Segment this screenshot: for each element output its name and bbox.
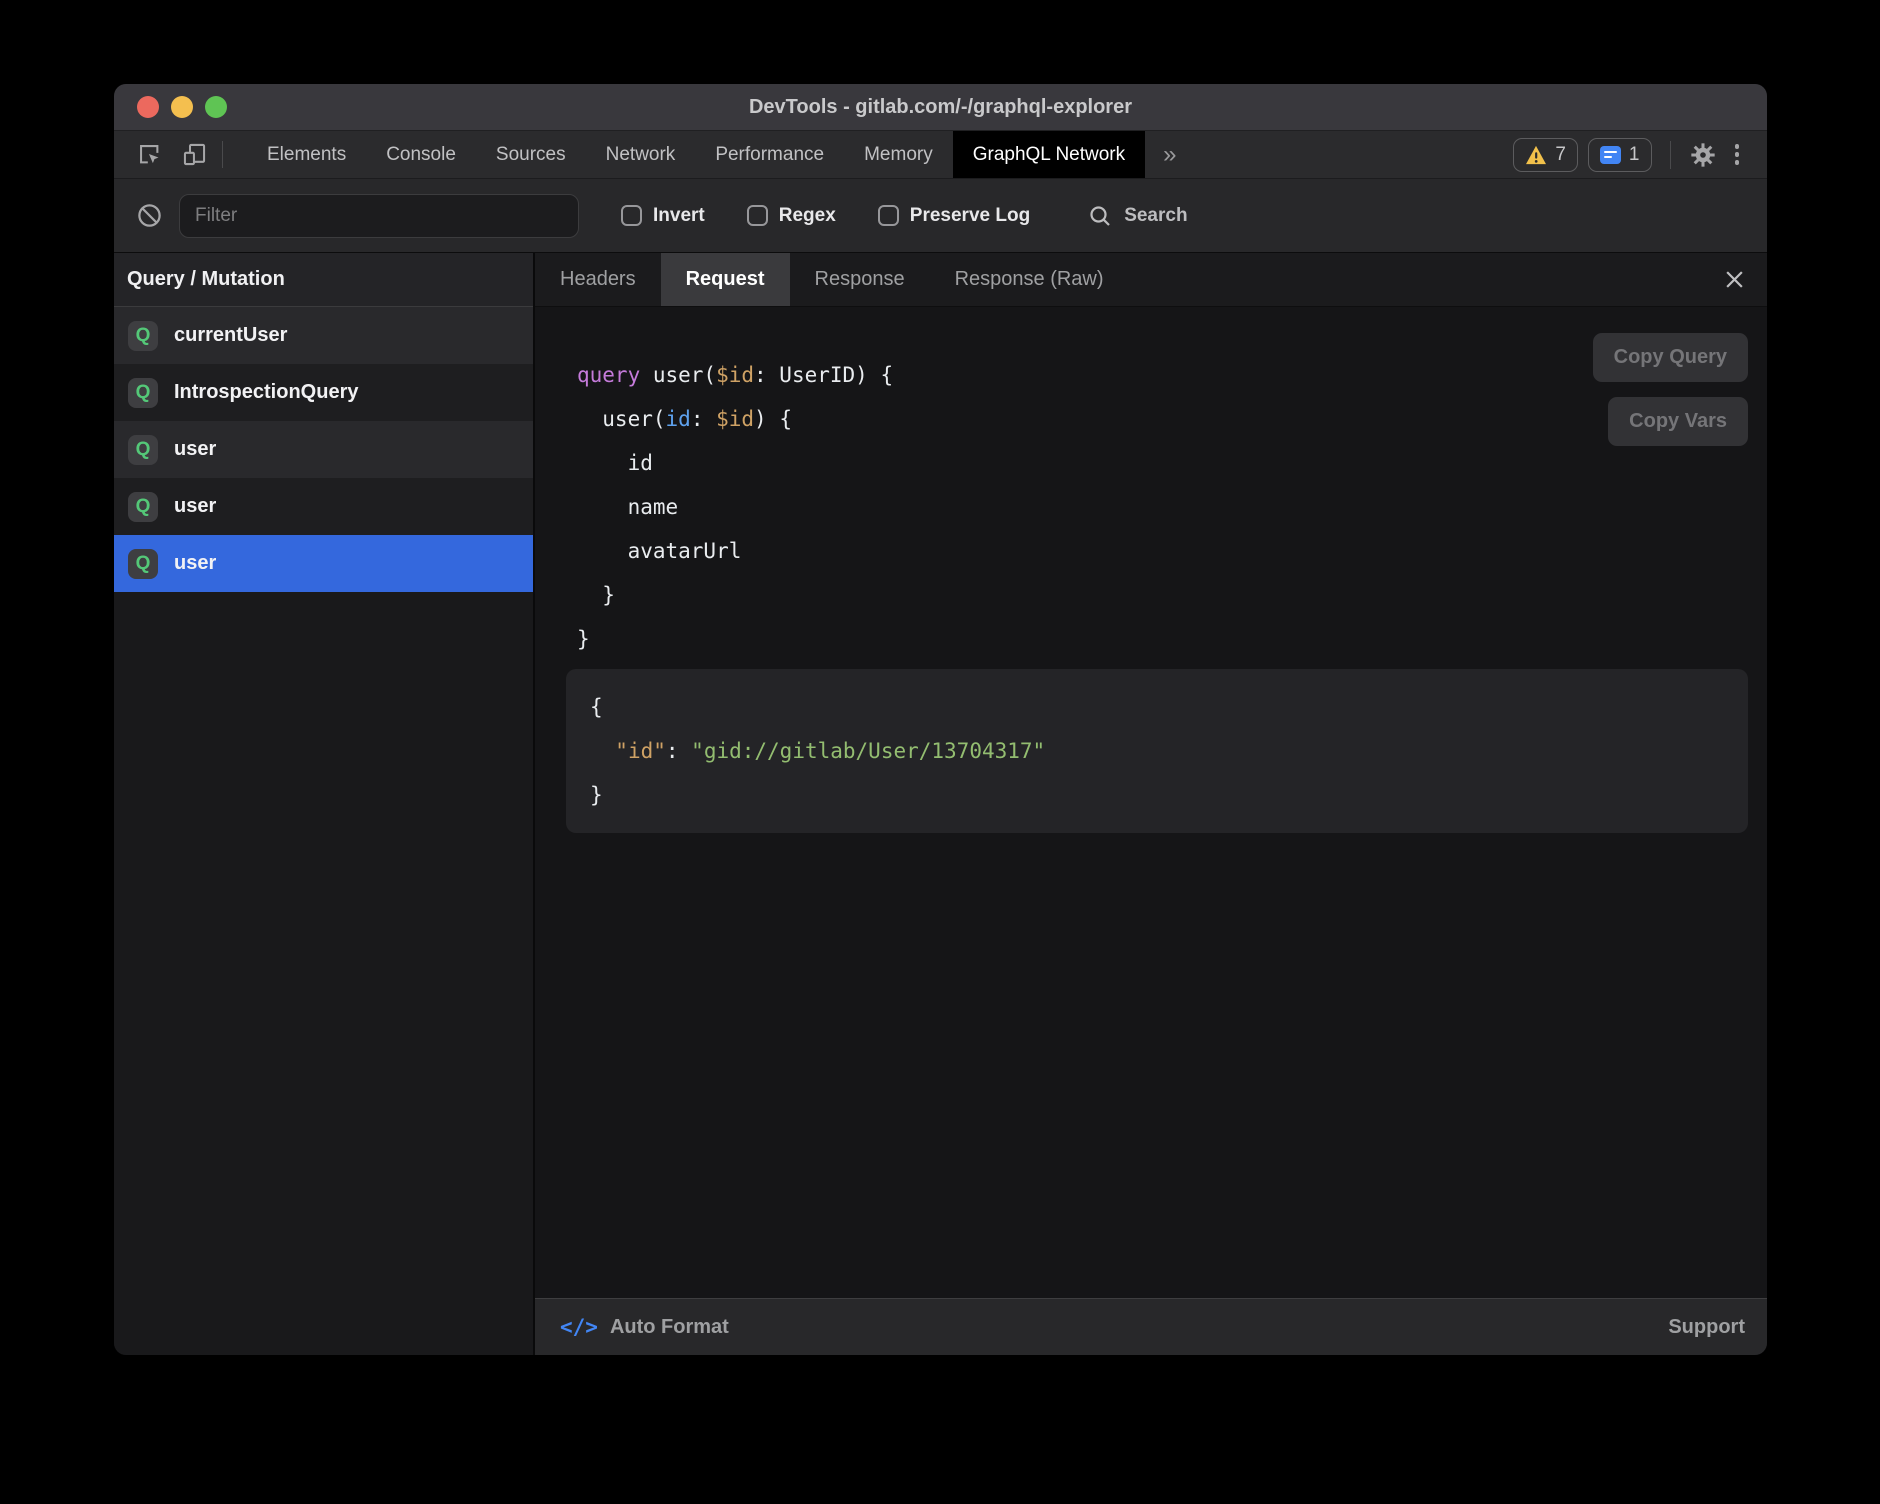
search-control[interactable]: Search	[1088, 204, 1187, 228]
query-type-badge: Q	[128, 378, 158, 408]
message-icon	[1600, 146, 1621, 164]
query-type-badge: Q	[128, 549, 158, 579]
detail-tab-response-raw[interactable]: Response (Raw)	[930, 253, 1129, 306]
filter-input[interactable]	[179, 194, 579, 238]
devtools-tab-strip: ElementsConsoleSourcesNetworkPerformance…	[247, 131, 1145, 178]
main-content: Query / Mutation QcurrentUserQIntrospect…	[114, 253, 1767, 1355]
code-line: "id": "gid://gitlab/User/13704317"	[590, 729, 1724, 773]
copy-query-button[interactable]: Copy Query	[1593, 333, 1748, 382]
messages-badge[interactable]: 1	[1588, 138, 1652, 172]
request-view: query user($id: UserID) { user(id: $id) …	[535, 307, 1767, 1298]
graphql-query-code: query user($id: UserID) { user(id: $id) …	[577, 307, 1748, 661]
checkbox-label: Regex	[779, 205, 836, 227]
query-type-badge: Q	[128, 321, 158, 351]
clear-block-icon[interactable]	[136, 202, 163, 229]
warning-icon	[1525, 145, 1547, 165]
toolbar-separator	[1670, 141, 1671, 169]
window-title: DevTools - gitlab.com/-/graphql-explorer	[114, 96, 1767, 119]
checkbox-box[interactable]	[878, 205, 899, 226]
query-list-item-currentuser-0[interactable]: QcurrentUser	[114, 307, 533, 364]
warnings-count: 7	[1555, 144, 1566, 166]
checkbox-regex[interactable]: Regex	[747, 205, 836, 227]
devtools-toolbar: ElementsConsoleSourcesNetworkPerformance…	[114, 131, 1767, 179]
query-list-item-user-4[interactable]: Quser	[114, 535, 533, 592]
filter-checkboxes: Invert Regex Preserve Log	[621, 205, 1030, 227]
auto-format-label: Auto Format	[610, 1316, 729, 1339]
code-line: }	[577, 573, 1748, 617]
auto-format-button[interactable]: </> Auto Format	[560, 1315, 729, 1339]
search-icon	[1088, 204, 1112, 228]
query-name-label: user	[174, 552, 216, 575]
devtools-tab-network[interactable]: Network	[586, 131, 696, 178]
code-line: {	[590, 685, 1724, 729]
devtools-tab-memory[interactable]: Memory	[844, 131, 953, 178]
query-list-sidebar: Query / Mutation QcurrentUserQIntrospect…	[114, 253, 533, 1355]
settings-gear-icon[interactable]	[1689, 141, 1717, 169]
query-variables-block: { "id": "gid://gitlab/User/13704317"}	[566, 669, 1748, 833]
devtools-tab-performance[interactable]: Performance	[695, 131, 844, 178]
toolbar-separator	[222, 141, 223, 168]
checkbox-box[interactable]	[621, 205, 642, 226]
devtools-tab-graphql-network[interactable]: GraphQL Network	[953, 131, 1145, 178]
messages-count: 1	[1629, 144, 1640, 166]
more-options-icon[interactable]	[1727, 138, 1748, 171]
query-list-header: Query / Mutation	[114, 253, 533, 307]
copy-vars-button[interactable]: Copy Vars	[1608, 397, 1748, 446]
query-type-badge: Q	[128, 435, 158, 465]
code-line: }	[590, 773, 1724, 817]
query-list-item-introspectionquery-1[interactable]: Q IntrospectionQuery	[114, 364, 533, 421]
devtools-tab-console[interactable]: Console	[366, 131, 476, 178]
query-list: QcurrentUserQIntrospectionQueryQuserQuse…	[114, 307, 533, 592]
code-line: }	[577, 617, 1748, 661]
query-list-item-user-3[interactable]: Quser	[114, 478, 533, 535]
detail-panel: HeadersRequestResponseResponse (Raw) que…	[535, 253, 1767, 1355]
query-name-label: IntrospectionQuery	[174, 381, 358, 404]
query-name-label: user	[174, 495, 216, 518]
query-name-label: user	[174, 438, 216, 461]
code-line: id	[577, 441, 1748, 485]
filter-bar: Invert Regex Preserve Log Search	[114, 179, 1767, 253]
close-panel-icon[interactable]	[1724, 253, 1745, 306]
panel-footer: </> Auto Format Support	[535, 1298, 1767, 1355]
detail-tab-response[interactable]: Response	[790, 253, 930, 306]
code-line: avatarUrl	[577, 529, 1748, 573]
checkbox-invert[interactable]: Invert	[621, 205, 705, 227]
checkbox-label: Invert	[653, 205, 705, 227]
code-line: query user($id: UserID) {	[577, 353, 1748, 397]
title-bar: DevTools - gitlab.com/-/graphql-explorer	[114, 84, 1767, 131]
support-link[interactable]: Support	[1668, 1316, 1745, 1339]
search-label: Search	[1124, 205, 1187, 227]
query-type-badge: Q	[128, 492, 158, 522]
devtools-window: DevTools - gitlab.com/-/graphql-explorer…	[114, 84, 1767, 1355]
query-name-label: currentUser	[174, 324, 287, 347]
checkbox-label: Preserve Log	[910, 205, 1030, 227]
devtools-tab-elements[interactable]: Elements	[247, 131, 366, 178]
checkbox-preserve-log[interactable]: Preserve Log	[878, 205, 1030, 227]
code-line: name	[577, 485, 1748, 529]
query-list-item-user-2[interactable]: Quser	[114, 421, 533, 478]
detail-tab-strip: HeadersRequestResponseResponse (Raw)	[535, 253, 1767, 307]
checkbox-box[interactable]	[747, 205, 768, 226]
detail-tab-headers[interactable]: Headers	[535, 253, 661, 306]
code-line: user(id: $id) {	[577, 397, 1748, 441]
devtools-tab-sources[interactable]: Sources	[476, 131, 586, 178]
more-tabs-button[interactable]: »	[1145, 131, 1194, 178]
warnings-badge[interactable]: 7	[1513, 138, 1578, 172]
code-brackets-icon: </>	[560, 1315, 598, 1339]
detail-tab-request[interactable]: Request	[661, 253, 790, 306]
inspect-element-icon[interactable]	[136, 141, 163, 168]
device-toolbar-icon[interactable]	[181, 141, 208, 168]
